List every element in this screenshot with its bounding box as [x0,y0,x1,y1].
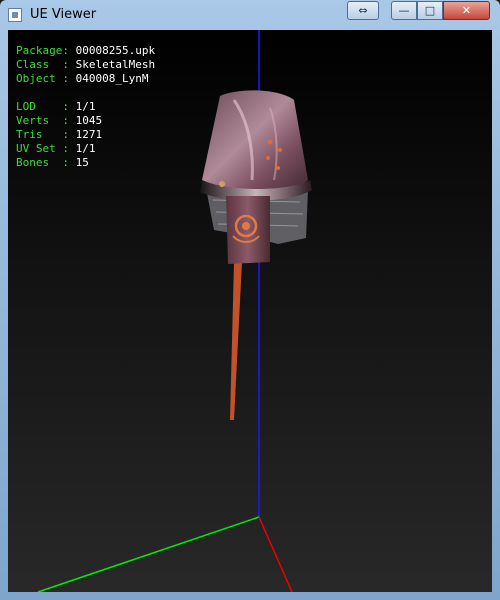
info-label: Verts : [16,114,69,127]
info-label: UV Set : [16,142,69,155]
close-icon: ✕ [461,4,472,17]
info-row-verts: Verts : 1045 [16,114,155,128]
info-label: Class : [16,58,69,71]
info-row-tris: Tris : 1271 [16,128,155,142]
info-value: 1271 [75,128,103,141]
close-button[interactable]: ✕ [443,1,490,20]
mesh-skirt [202,90,308,194]
info-label: Package: [16,44,69,57]
switch-icon: ⇔ [358,4,368,17]
info-value: 00008255.upk [75,44,156,57]
mesh-ribbon [230,262,242,420]
info-row-object: Object : 040008_LynM [16,72,155,86]
maximize-icon: □ [424,4,436,17]
maximize-button[interactable]: □ [417,1,443,20]
info-value: 1045 [75,114,103,127]
minimize-icon: — [398,4,410,17]
mesh-flap [226,196,270,264]
info-value: 1/1 [75,100,96,113]
minimize-button[interactable]: — [391,1,417,20]
app-window: UE Viewer ⇔ — □ ✕ Package: 00008255.upk … [0,0,500,600]
window-title: UE Viewer [30,7,97,22]
info-row-uvset: UV Set : 1/1 [16,142,155,156]
info-row-class: Class : SkeletalMesh [16,58,155,72]
info-value: SkeletalMesh [75,58,156,71]
mesh-info-overlay: Package: 00008255.upk Class : SkeletalMe… [16,44,155,170]
app-icon [8,8,22,22]
info-label: Bones : [16,156,69,169]
info-label: Object : [16,72,69,85]
info-label: Tris : [16,128,69,141]
info-value: 1/1 [75,142,96,155]
axis-x-line [258,516,293,592]
info-label: LOD : [16,100,69,113]
info-row-lod: LOD : 1/1 [16,100,155,114]
info-row-package: Package: 00008255.upk [16,44,155,58]
info-value: 040008_LynM [75,72,149,85]
info-value: 15 [75,156,89,169]
3d-viewport[interactable]: Package: 00008255.upk Class : SkeletalMe… [8,30,492,592]
axis-y-line [37,516,260,592]
info-row-bones: Bones : 15 [16,156,155,170]
switch-view-button[interactable]: ⇔ [347,1,379,20]
title-bar[interactable]: UE Viewer ⇔ — □ ✕ [0,0,500,30]
